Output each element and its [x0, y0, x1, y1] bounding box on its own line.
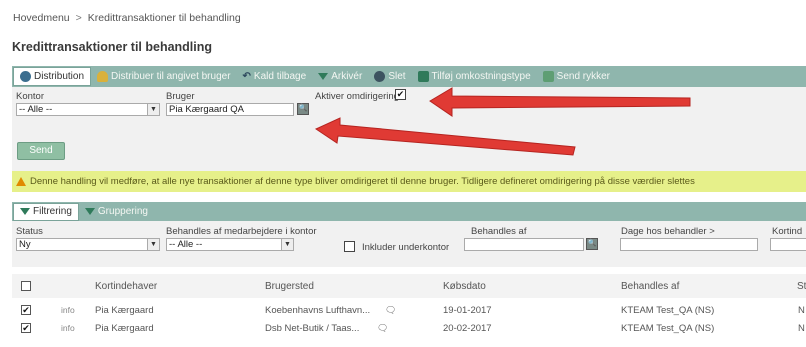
include-suboffice-label: Inkluder underkontor: [362, 242, 450, 253]
tab-filtering-label: Filtrering: [33, 206, 72, 217]
send-button[interactable]: Send: [17, 142, 65, 160]
recall-label: Kald tilbage: [253, 71, 307, 82]
include-suboffice-checkbox[interactable]: [344, 241, 355, 252]
tag-icon: [417, 71, 429, 82]
warning-banner: Denne handling vil medføre, at alle nye …: [12, 171, 806, 192]
breadcrumb-current: Kredittransaktioner til behandling: [87, 12, 241, 24]
distribution-form: Kontor -- Alle -- ▼ Bruger ▼ Pia Kærgaar…: [12, 87, 806, 171]
delete-button[interactable]: Slet: [368, 66, 411, 87]
action-toolbar: Distribution Distribuer til angivet brug…: [12, 66, 806, 87]
delete-label: Slet: [388, 71, 406, 82]
column-header[interactable]: Brugersted: [265, 281, 314, 292]
days-label: Dage hos behandler >: [621, 226, 715, 237]
tab-grouping-label: Gruppering: [97, 206, 148, 217]
column-header[interactable]: Købsdato: [443, 281, 486, 292]
tab-grouping[interactable]: Gruppering: [79, 202, 154, 221]
redirect-checkbox[interactable]: ✔: [395, 89, 406, 100]
archive-label: Arkivér: [331, 71, 363, 82]
status-select[interactable]: Ny ▼: [16, 238, 160, 251]
bruger-label: Bruger: [166, 91, 195, 102]
table-row[interactable]: ✔ info Pia Kærgaard Dsb Net-Butik / Taas…: [12, 320, 806, 337]
recall-button[interactable]: ↶ Kald tilbage: [237, 66, 313, 87]
bruger-input-value: Pia Kærgaard QA: [169, 104, 244, 115]
info-link[interactable]: info: [61, 305, 75, 315]
archive-button[interactable]: Arkivér: [312, 66, 368, 87]
filter-tabbar: Filtrering Gruppering: [12, 202, 806, 221]
add-cost-type-button[interactable]: Tilføj omkostningstype: [412, 66, 537, 87]
delete-icon: [374, 71, 386, 82]
cell-status: N: [798, 305, 805, 316]
distribution-icon: [20, 71, 31, 82]
handled-by-staff-toggle[interactable]: ▼: [147, 238, 160, 251]
warning-text: Denne handling vil medføre, at alle nye …: [30, 176, 695, 187]
comment-icon[interactable]: 🗨: [385, 305, 396, 316]
redirect-label: Aktiver omdirigering: [315, 91, 399, 102]
row-checkbox[interactable]: ✔: [21, 305, 31, 315]
cell-handler: KTEAM Test_QA (NS): [621, 305, 715, 316]
breadcrumb-home-link[interactable]: Hovedmenu: [13, 12, 70, 24]
add-cost-type-label: Tilføj omkostningstype: [431, 71, 531, 82]
table-row[interactable]: ✔ info Pia Kærgaard Koebenhavns Lufthavn…: [12, 302, 806, 319]
chevron-down-icon: ▼: [281, 239, 293, 250]
cell-date: 19-01-2017: [443, 305, 492, 316]
cell-handler: KTEAM Test_QA (NS): [621, 323, 715, 334]
cell-place: Dsb Net-Butik / Taas...: [265, 323, 360, 334]
handled-by-label: Behandles af: [471, 226, 527, 237]
select-all-checkbox[interactable]: [21, 281, 31, 291]
cell-place: Koebenhavns Lufthavn...: [265, 305, 371, 316]
breadcrumb-separator: >: [75, 12, 82, 24]
cell-holder: Pia Kærgaard: [95, 323, 154, 334]
tab-distribution-label: Distribution: [34, 71, 85, 82]
distribute-user-label: Distribuer til angivet bruger: [111, 71, 231, 82]
funnel-icon: [84, 208, 95, 215]
kontor-select[interactable]: -- Alle -- ▼: [16, 103, 160, 116]
search-icon[interactable]: 🔍: [297, 103, 309, 115]
info-link[interactable]: info: [61, 323, 75, 333]
handled-by-input[interactable]: [464, 238, 584, 251]
user-icon: [97, 71, 109, 82]
handled-by-staff-select[interactable]: -- Alle -- ▼: [166, 238, 294, 251]
search-icon[interactable]: 🔍: [586, 238, 598, 250]
send-reminder-button[interactable]: Send rykker: [537, 66, 616, 87]
tab-distribution[interactable]: Distribution: [13, 67, 92, 86]
chevron-down-icon: ▼: [147, 239, 159, 250]
table-header: Kortindehaver Brugersted Købsdato Behand…: [12, 274, 806, 298]
kontor-label: Kontor: [16, 91, 44, 102]
status-select-value: Ny: [19, 239, 31, 250]
card-input[interactable]: [770, 238, 806, 251]
funnel-icon: [20, 208, 30, 215]
column-header[interactable]: Behandles af: [621, 281, 679, 292]
breadcrumb: Hovedmenu > Kredittransaktioner til beha…: [13, 12, 241, 24]
cell-status: N: [798, 323, 805, 334]
row-checkbox[interactable]: ✔: [21, 323, 31, 333]
tab-filtering[interactable]: Filtrering: [13, 202, 79, 221]
cell-date: 20-02-2017: [443, 323, 492, 334]
check-icon: ✔: [396, 89, 405, 99]
days-input[interactable]: [620, 238, 758, 251]
funnel-icon: [318, 73, 329, 80]
column-header[interactable]: Kortindehaver: [95, 281, 157, 292]
distribute-user-button[interactable]: Distribuer til angivet bruger: [91, 66, 237, 87]
comment-icon[interactable]: 🗨: [377, 323, 388, 334]
warning-icon: [16, 177, 26, 186]
export-icon: [542, 71, 554, 82]
chevron-down-icon: ▼: [147, 104, 159, 115]
status-label: Status: [16, 226, 43, 237]
send-reminder-label: Send rykker: [556, 71, 611, 82]
filter-panel: Status Ny ▼ Behandles af medarbejdere i …: [12, 221, 806, 267]
handled-by-staff-value: -- Alle --: [169, 239, 203, 250]
undo-icon: ↶: [242, 71, 251, 82]
kontor-select-value: -- Alle --: [19, 104, 53, 115]
bruger-dropdown-toggle[interactable]: ▼: [147, 103, 160, 116]
bruger-input[interactable]: Pia Kærgaard QA: [166, 103, 294, 116]
page-title: Kredittransaktioner til behandling: [12, 40, 213, 54]
card-label: Kortind: [772, 226, 803, 237]
handled-by-staff-label: Behandles af medarbejdere i kontor: [166, 226, 317, 237]
column-header[interactable]: St: [797, 281, 806, 292]
cell-holder: Pia Kærgaard: [95, 305, 154, 316]
